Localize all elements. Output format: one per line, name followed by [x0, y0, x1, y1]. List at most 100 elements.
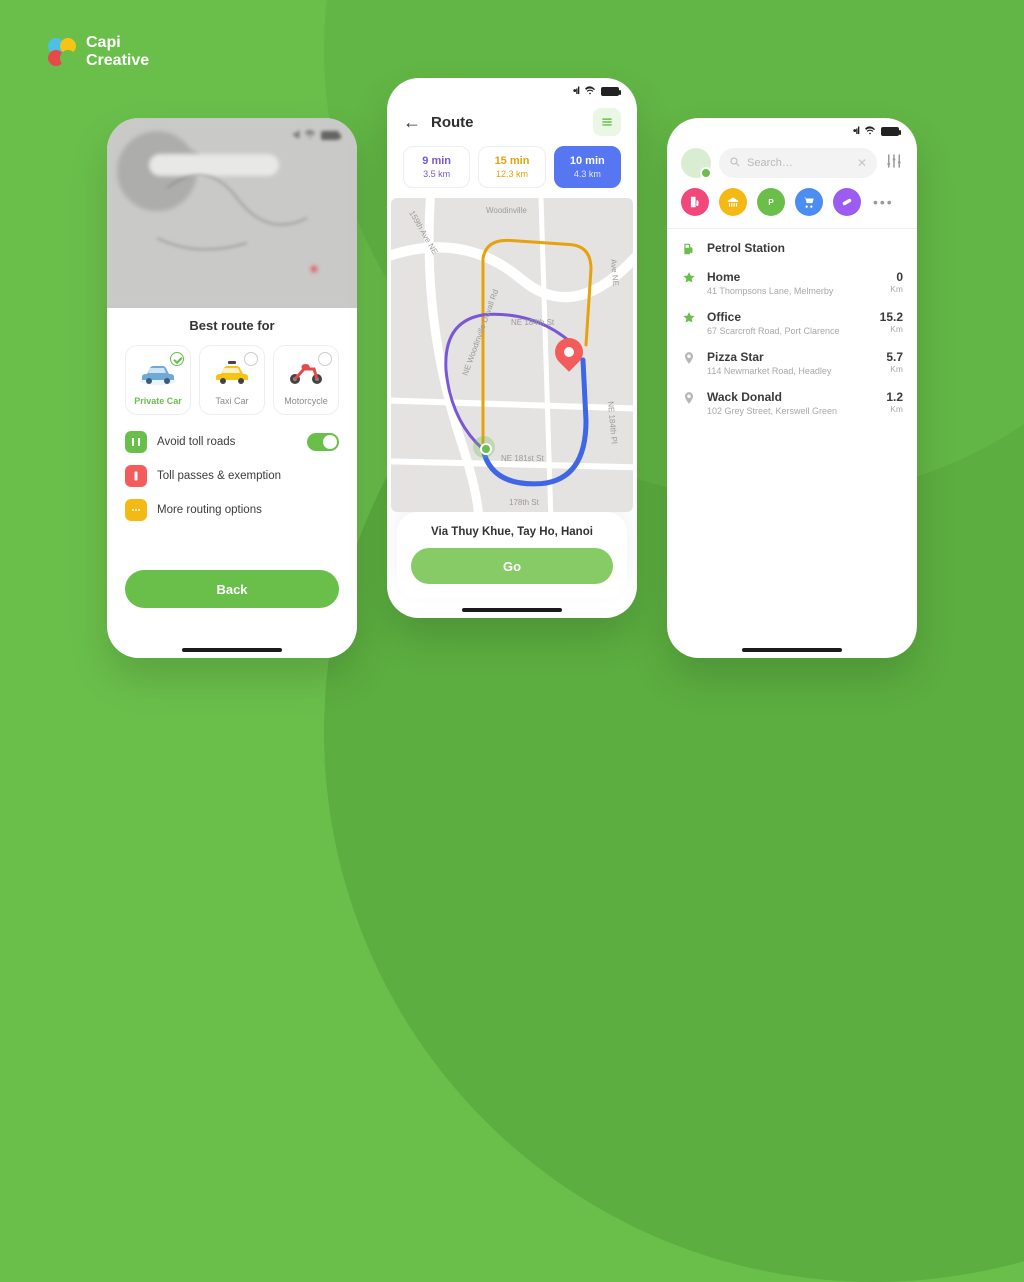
status-bar [107, 122, 357, 148]
wifi-icon [304, 130, 316, 140]
map-background-blurred [107, 118, 357, 308]
place-distance: 15.2 Km [880, 310, 903, 334]
search-input[interactable]: Search… ✕ [719, 148, 877, 178]
clear-icon[interactable]: ✕ [857, 156, 867, 170]
map-view[interactable]: NE Woodinville Duvall Rd NE 184th St NE … [391, 198, 633, 512]
status-bar [387, 78, 637, 104]
option-label: Toll passes & exemption [157, 470, 339, 482]
radio-checked-icon [170, 352, 184, 366]
battery-icon [601, 87, 619, 96]
category-pharmacy[interactable] [833, 188, 861, 216]
place-name: Pizza Star [707, 350, 876, 364]
route-time: 9 min [404, 155, 469, 167]
route-option-1[interactable]: 9 min 3.5 km [403, 146, 470, 188]
status-bar [667, 118, 917, 144]
section-title: Petrol Station [707, 241, 903, 255]
back-button[interactable]: Back [125, 570, 339, 608]
route-distance: 12.3 km [479, 169, 544, 179]
go-card: Via Thuy Khue, Tay Ho, Hanoi Go [397, 512, 627, 598]
search-placeholder: Search… [747, 157, 851, 169]
category-gas[interactable] [681, 188, 709, 216]
brand-line-2: Creative [86, 52, 149, 70]
option-toll-passes[interactable]: Toll passes & exemption [125, 465, 339, 487]
place-name: Home [707, 270, 880, 284]
option-avoid-toll[interactable]: Avoid toll roads [125, 431, 339, 453]
toll-pass-icon [125, 465, 147, 487]
route-time: 10 min [555, 155, 620, 167]
avatar[interactable] [681, 148, 711, 178]
route-option-3-selected[interactable]: 10 min 4.3 km [554, 146, 621, 188]
svg-text:P: P [768, 198, 774, 207]
phone-route-map: ← Route 9 min 3.5 km 15 min 12.3 km 10 m… [387, 78, 637, 618]
back-arrow-icon[interactable]: ← [403, 112, 421, 133]
destination-address: Via Thuy Khue, Tay Ho, Hanoi [411, 526, 613, 538]
vehicle-private-car[interactable]: Private Car [125, 345, 191, 415]
place-distance: 1.2 Km [886, 390, 903, 414]
road-label: Woodinville [486, 206, 527, 215]
category-parking[interactable]: P [757, 188, 785, 216]
road-label: NE 181st St [501, 454, 544, 463]
vehicle-taxi[interactable]: Taxi Car [199, 345, 265, 415]
list-item[interactable]: Pizza Star 114 Newmarket Road, Headley 5… [681, 350, 903, 376]
place-distance: 0 Km [890, 270, 903, 294]
pill-icon [840, 195, 854, 209]
route-distance: 3.5 km [404, 169, 469, 179]
filter-button[interactable] [885, 152, 903, 175]
place-distance: 5.7 Km [886, 350, 903, 374]
toll-road-icon [125, 431, 147, 453]
menu-icon [600, 115, 614, 129]
place-name: Wack Donald [707, 390, 876, 404]
route-option-2[interactable]: 15 min 12.3 km [478, 146, 545, 188]
sliders-icon [885, 152, 903, 170]
road-label: NE 184th St [511, 318, 554, 327]
star-icon [681, 270, 697, 285]
list-item[interactable]: Home 41 Thompsons Lane, Melmerby 0 Km [681, 270, 903, 296]
list-item[interactable]: Wack Donald 102 Grey Street, Kerswell Gr… [681, 390, 903, 416]
pin-icon [681, 350, 697, 365]
signal-icon [293, 130, 299, 141]
place-address: 67 Scarcroft Road, Port Clarence [707, 326, 870, 336]
brand-line-1: Capi [86, 34, 149, 52]
go-button[interactable]: Go [411, 548, 613, 584]
vehicle-motorcycle[interactable]: Motorcycle [273, 345, 339, 415]
more-icon [125, 499, 147, 521]
option-label: Avoid toll roads [157, 436, 297, 448]
parking-icon: P [764, 195, 778, 209]
pin-icon [681, 390, 697, 405]
toggle-switch[interactable] [307, 433, 339, 451]
wifi-icon [864, 126, 876, 136]
place-name: Office [707, 310, 870, 324]
wifi-icon [584, 86, 596, 96]
radio-icon [244, 352, 258, 366]
route-distance: 4.3 km [555, 169, 620, 179]
home-indicator [462, 608, 562, 612]
sheet-title: Best route for [125, 318, 339, 333]
vehicle-label: Private Car [130, 396, 186, 406]
gas-pump-icon [681, 241, 697, 256]
vehicle-label: Taxi Car [204, 396, 260, 406]
vehicle-label: Motorcycle [278, 396, 334, 406]
cart-icon [802, 195, 816, 209]
brand-logo: Capi Creative [48, 34, 149, 71]
signal-icon [573, 86, 579, 97]
section-header: Petrol Station [681, 241, 903, 256]
bank-icon [726, 195, 740, 209]
bottom-sheet: Best route for Private Car Taxi Car [107, 290, 357, 658]
route-time: 15 min [479, 155, 544, 167]
category-bank[interactable] [719, 188, 747, 216]
home-indicator [182, 648, 282, 652]
home-indicator [742, 648, 842, 652]
place-address: 41 Thompsons Lane, Melmerby [707, 286, 880, 296]
phone-places-list: Search… ✕ P ••• [667, 118, 917, 658]
page-title: Route [431, 114, 583, 131]
option-label: More routing options [157, 504, 339, 516]
place-address: 102 Grey Street, Kerswell Green [707, 406, 876, 416]
battery-icon [881, 127, 899, 136]
menu-button[interactable] [593, 108, 621, 136]
more-categories[interactable]: ••• [873, 194, 894, 210]
signal-icon [853, 126, 859, 137]
list-item[interactable]: Office 67 Scarcroft Road, Port Clarence … [681, 310, 903, 336]
option-more-routing[interactable]: More routing options [125, 499, 339, 521]
category-shopping[interactable] [795, 188, 823, 216]
start-location-marker [473, 436, 495, 458]
